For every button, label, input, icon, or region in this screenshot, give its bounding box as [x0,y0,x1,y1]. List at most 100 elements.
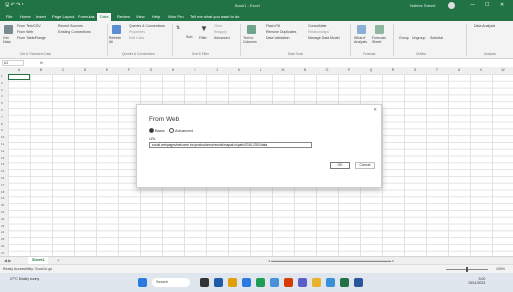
forecast-sheet-button[interactable]: Forecast Sheet [372,36,388,44]
tab-file[interactable]: File [6,14,12,19]
column-header[interactable]: O [316,68,338,72]
tab-help[interactable]: Help [152,14,160,19]
row-header[interactable]: 10 [1,135,4,139]
horizontal-scrollbar[interactable]: ◂ ▬▬▬▬▬▬▬▬▬▬▬▬▬▬▬▬▬▬▬▬▬▬▬▬▬▬▬▬▬▬ ▸ [268,258,394,263]
sort-button[interactable]: Sort [186,35,192,39]
zoom-level[interactable]: 100% [496,267,505,271]
group-button[interactable]: Group [399,36,409,40]
tell-me-search[interactable]: Tell me what you want to do [190,14,239,19]
data-analysis-button[interactable]: Data Analysis [474,24,495,28]
existing-connections-button[interactable]: Existing Connections [58,30,91,34]
close-button[interactable]: ✕ [500,2,504,8]
from-web-button[interactable]: From Web [17,30,33,34]
row-header[interactable]: 18 [1,190,4,194]
app-icon[interactable] [256,278,265,287]
minimize-button[interactable]: — [470,2,475,8]
refresh-all-button[interactable]: Refresh All [109,36,123,44]
clock[interactable]: 3:00 15/11/2023 [468,277,485,285]
zoom-slider-handle[interactable] [466,267,468,272]
row-header[interactable]: 13 [1,156,4,160]
manage-data-model-button[interactable]: Manage Data Model [308,36,340,40]
tab-page-layout[interactable]: Page Layout [52,14,74,19]
column-header[interactable]: A [8,68,30,72]
remove-duplicates-button[interactable]: Remove Duplicates [266,30,296,34]
app-icon[interactable] [214,278,223,287]
user-name[interactable]: Nafees Saeed [410,3,435,8]
row-header[interactable]: 4 [1,94,3,98]
from-table-range-button[interactable]: From Table/Range [17,36,46,40]
row-header[interactable]: 27 [1,251,4,255]
quick-access-toolbar[interactable]: 🖫 ↶ ↷ ▾ [5,2,24,10]
fx-icon[interactable]: fx [40,60,43,65]
row-header[interactable]: 25 [1,237,4,241]
sheet-nav-icon[interactable]: ◀ ▶ [4,258,11,263]
teams-icon[interactable] [298,278,307,287]
row-header[interactable]: 2 [1,81,3,85]
tab-view[interactable]: View [136,14,145,19]
properties-button[interactable]: Properties [129,30,145,34]
row-header[interactable]: 26 [1,244,4,248]
row-header[interactable]: 7 [1,115,3,119]
consolidate-button[interactable]: Consolidate [308,24,326,28]
relationships-button[interactable]: Relationships [308,30,329,34]
app-icon[interactable] [284,278,293,287]
column-header[interactable]: E [96,68,118,72]
get-data-button[interactable]: Get Data [3,36,15,44]
row-header[interactable]: 15 [1,169,4,173]
row-header[interactable]: 8 [1,122,3,126]
tab-wiro-pro[interactable]: Wiro Pro [168,14,184,19]
edit-links-button[interactable]: Edit Links [129,36,144,40]
column-header[interactable]: T [426,68,448,72]
column-header[interactable]: P [338,68,360,72]
row-header[interactable]: 20 [1,203,4,207]
cancel-button[interactable]: Cancel [355,162,375,169]
tab-review[interactable]: Review [117,14,130,19]
row-header[interactable]: 14 [1,162,4,166]
avatar[interactable] [448,2,455,9]
edge-icon[interactable] [242,278,251,287]
what-if-analysis-button[interactable]: What-If Analysis [354,36,370,44]
from-text-csv-button[interactable]: From Text/CSV [17,24,41,28]
row-header[interactable]: 6 [1,108,3,112]
row-header[interactable]: 17 [1,183,4,187]
column-header[interactable]: K [228,68,250,72]
row-header[interactable]: 21 [1,210,4,214]
data-validation-button[interactable]: Data Validation [266,36,289,40]
app-icon[interactable] [200,278,209,287]
tab-formulas[interactable]: Formulas [78,14,95,19]
tab-data[interactable]: Data [97,13,112,21]
row-header[interactable]: 9 [1,128,3,132]
maximize-button[interactable]: ☐ [485,2,489,8]
weather-widget[interactable]: 27°C Mostly sunny [10,277,39,281]
ok-button[interactable]: OK [330,162,350,169]
text-to-columns-button[interactable]: Text to Columns [243,36,261,44]
column-header[interactable]: J [206,68,228,72]
row-header[interactable]: 23 [1,224,4,228]
flash-fill-button[interactable]: Flash Fill [266,24,280,28]
name-box[interactable]: A1 [2,60,24,66]
selected-cell[interactable] [8,74,30,80]
add-sheet-button[interactable]: + [57,258,60,263]
column-header[interactable]: R [382,68,404,72]
radio-basic[interactable]: Basic [149,128,165,134]
column-header[interactable]: G [140,68,162,72]
row-header[interactable]: 1 [1,74,3,78]
radio-advanced[interactable]: Advanced [169,128,193,134]
row-header[interactable]: 16 [1,176,4,180]
row-header[interactable]: 22 [1,217,4,221]
queries-connections-button[interactable]: Queries & Connections [129,24,165,28]
advanced-button[interactable]: Advanced [214,36,230,40]
sort-az-icon[interactable]: ⇅ [176,25,180,31]
chrome-icon[interactable] [312,278,321,287]
url-input[interactable]: social.webpages/welcome.inc/product/area… [149,142,312,148]
tab-home[interactable]: Home [20,14,31,19]
column-header[interactable]: F [118,68,140,72]
app-icon[interactable] [326,278,335,287]
filter-button[interactable]: Filter [199,36,207,40]
column-header[interactable]: I [184,68,206,72]
ungroup-button[interactable]: Ungroup [412,36,425,40]
column-header[interactable]: B [30,68,52,72]
clear-button[interactable]: Clear [214,24,222,28]
recent-sources-button[interactable]: Recent Sources [58,24,83,28]
subtotal-button[interactable]: Subtotal [430,36,443,40]
